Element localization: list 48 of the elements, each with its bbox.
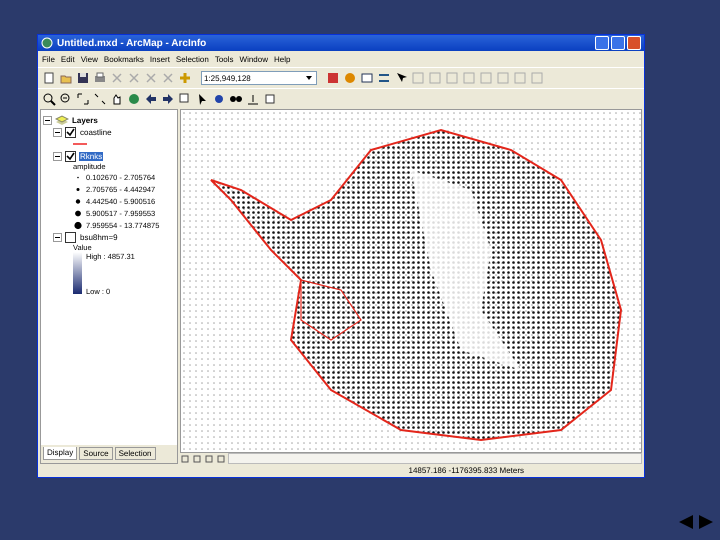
tool-icon[interactable] (377, 71, 391, 85)
collapse-icon[interactable] (53, 128, 62, 136)
tool-icon[interactable] (76, 92, 90, 106)
line-symbol-icon (73, 141, 87, 147)
minimize-button[interactable] (595, 36, 609, 50)
tool-icon[interactable] (93, 92, 107, 106)
maximize-button[interactable] (611, 36, 625, 50)
tab[interactable]: Source (79, 447, 113, 460)
coordinates-text: 14857.186 -1176395.833 Meters (408, 466, 524, 475)
layer-checkbox[interactable] (65, 126, 76, 138)
menu-item[interactable]: Tools (214, 54, 234, 64)
menu-item[interactable]: File (42, 54, 55, 64)
check-icon (66, 152, 75, 160)
layers-label: Layers (72, 116, 98, 124)
check-icon (66, 128, 75, 136)
layers-icon (55, 114, 69, 126)
scale-dropdown[interactable]: 1:25,949,128 (201, 71, 317, 85)
collapse-icon[interactable] (43, 116, 52, 124)
menu-item[interactable]: Insert (150, 54, 170, 64)
layer-name[interactable]: coastline (79, 128, 113, 136)
layer-name[interactable]: bsu8hm=9 (79, 232, 119, 242)
collapse-icon[interactable] (53, 232, 62, 242)
tool-icon[interactable] (360, 71, 374, 85)
layer-checkbox[interactable] (65, 150, 76, 162)
layer-checkbox[interactable] (65, 232, 76, 242)
menu-item[interactable]: Help (274, 54, 290, 64)
collapse-icon[interactable] (53, 152, 62, 160)
layer-name[interactable]: Rknks (79, 152, 104, 160)
tool-icon[interactable] (161, 92, 175, 106)
menu-item[interactable]: Bookmarks (104, 54, 144, 64)
close-button[interactable] (627, 36, 641, 50)
menu-item[interactable]: Window (240, 54, 268, 64)
window-title: Untitled.mxd - ArcMap - ArcInfo (57, 38, 208, 48)
menu-item[interactable]: Selection (176, 54, 209, 64)
tool-icon[interactable] (212, 92, 226, 106)
tool-icon[interactable] (263, 92, 277, 106)
tool-icon[interactable] (42, 71, 56, 85)
tool-icon[interactable] (246, 92, 260, 106)
menu-item[interactable]: View (80, 54, 98, 64)
tab[interactable]: Display (43, 447, 78, 460)
tool-icon[interactable] (76, 71, 90, 85)
globe-icon (41, 37, 53, 49)
tool-icon[interactable] (144, 92, 158, 106)
tool-icon[interactable] (42, 92, 56, 106)
horizontal-scrollbar[interactable] (228, 453, 642, 464)
menu-item[interactable]: Edit (60, 54, 75, 64)
tab[interactable]: Selection (114, 447, 156, 460)
color-ramp (73, 252, 82, 294)
